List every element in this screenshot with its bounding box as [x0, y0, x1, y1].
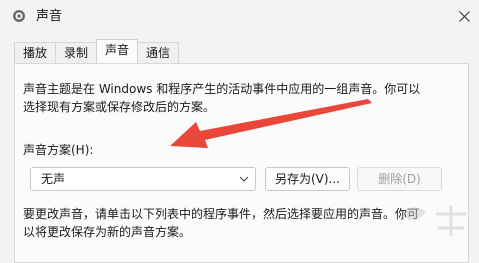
close-icon: [458, 10, 470, 22]
delete-button[interactable]: 删除(D): [357, 167, 442, 191]
watermark-logo: [406, 206, 466, 236]
sound-scheme-label: 声音方案(H):: [23, 143, 94, 157]
title-bar: 声音: [0, 0, 479, 34]
tab-sounds[interactable]: 声音: [96, 39, 139, 63]
save-as-button[interactable]: 另存为(V)...: [265, 167, 350, 191]
chevron-down-icon: [239, 176, 249, 182]
instruction-line-2: 以将更改保存为新的声音方案。: [23, 225, 192, 239]
window-title: 声音: [36, 9, 63, 24]
tab-playback[interactable]: 播放: [14, 42, 57, 63]
tab-communications[interactable]: 通信: [137, 42, 180, 63]
description-text: 声音主题是在 Windows 和程序产生的活动事件中应用的一组声音。你可以 选择…: [23, 80, 453, 116]
speaker-icon: [13, 10, 25, 22]
instruction-line-1: 要更改声音，请单击以下列表中的程序事件，然后选择要应用的声音。你可: [23, 207, 420, 221]
instruction-text: 要更改声音，请单击以下列表中的程序事件，然后选择要应用的声音。你可 以将更改保存…: [23, 205, 453, 241]
description-line-2: 选择现有方案或保存修改后的方案。: [23, 100, 216, 114]
sound-scheme-value: 无声: [41, 172, 66, 186]
tab-recording[interactable]: 录制: [55, 42, 98, 63]
tab-strip: 播放 录制 声音 通信: [14, 39, 180, 64]
close-button[interactable]: [449, 0, 479, 32]
description-line-1: 声音主题是在 Windows 和程序产生的活动事件中应用的一组声音。你可以: [23, 82, 421, 96]
sound-scheme-dropdown[interactable]: 无声: [30, 167, 256, 191]
